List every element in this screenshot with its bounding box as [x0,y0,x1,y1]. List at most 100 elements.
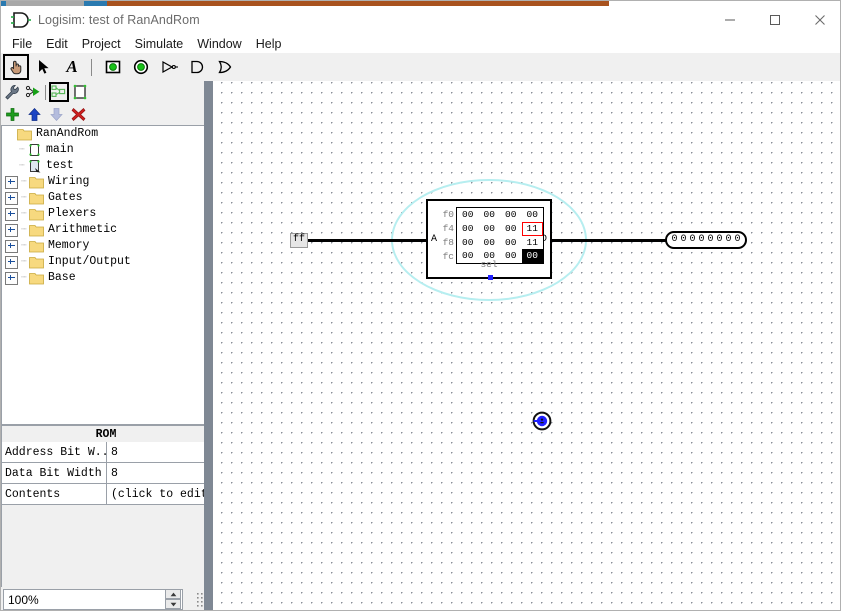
layout-view-button[interactable] [49,82,69,102]
output-bit-1: 0 [680,234,687,245]
poke-tool-button[interactable] [3,54,29,80]
tree-label-wiring: Wiring [48,175,90,188]
input-pin-ff[interactable]: ff [290,233,309,248]
property-value[interactable]: 8 [107,442,210,462]
output-pin-tool-button[interactable] [128,54,154,80]
rom-sel-pin[interactable] [488,275,493,280]
circuit-canvas[interactable]: ff A D f0 f4 f8 fc 00 00 00 00 00 00 00 … [213,81,840,610]
tree-label-project: RanAndRom [36,127,99,140]
rom-cell-1-2[interactable]: 00 [500,222,522,236]
rom-contents-grid[interactable]: 00 00 00 00 00 00 00 11 00 00 00 11 00 0… [456,207,544,264]
rom-address-label-f0: f0 [442,209,454,220]
rom-cell-2-2[interactable]: 00 [500,236,522,250]
rom-cell-0-2[interactable]: 00 [500,208,522,222]
tree-item-library-base[interactable]: ┈ Base [2,270,210,286]
menu-window[interactable]: Window [190,36,248,52]
expander-icon[interactable] [5,223,18,237]
move-up-button[interactable] [23,104,45,124]
tree-item-library-wiring[interactable]: ┈ Wiring [2,174,210,190]
property-value-contents[interactable]: (click to edit) [107,484,210,504]
output-pin-display[interactable]: 0 0 0 0 0 0 0 0 [665,231,747,249]
circuit-active-icon [29,160,41,173]
tree-connector: ┈ [21,273,27,283]
logisim-logo-icon [11,12,31,28]
rom-cell-1-1[interactable]: 00 [479,222,501,236]
maximize-button[interactable] [752,6,797,34]
simulation-tool-button[interactable] [23,82,43,102]
menu-project[interactable]: Project [75,36,128,52]
rom-cell-2-1[interactable]: 00 [479,236,501,250]
property-row-address-bit-width[interactable]: Address Bit W... 8 [1,442,211,463]
expander-icon[interactable] [5,239,18,253]
appearance-view-button[interactable] [70,82,90,102]
expander-icon[interactable] [5,207,18,221]
expander-icon[interactable] [5,175,18,189]
menu-edit[interactable]: Edit [39,36,75,52]
tree-label-plexers: Plexers [48,207,97,220]
property-row-data-bit-width[interactable]: Data Bit Width 8 [1,463,211,484]
add-circuit-button[interactable] [1,104,23,124]
property-value[interactable]: 8 [107,463,210,483]
expander-icon[interactable] [5,191,18,205]
menu-simulate[interactable]: Simulate [128,36,191,52]
wire-rom-to-output[interactable] [552,239,666,242]
rom-component[interactable]: A D f0 f4 f8 fc 00 00 00 00 00 00 00 11 … [426,199,552,280]
output-bit-2: 0 [689,234,696,245]
zoom-increase-button[interactable] [165,589,181,599]
and-gate-tool-button[interactable] [184,54,210,80]
rom-cell-0-3[interactable]: 00 [522,208,544,222]
rom-cell-2-3[interactable]: 11 [522,236,544,250]
panel-splitter[interactable] [204,81,213,610]
tree-item-library-input-output[interactable]: ┈ Input/Output [2,254,210,270]
toolbar-separator [91,58,92,76]
or-gate-tool-button[interactable] [212,54,238,80]
tree-item-library-arithmetic[interactable]: ┈ Arithmetic [2,222,210,238]
tree-item-library-plexers[interactable]: ┈ Plexers [2,206,210,222]
not-gate-tool-button[interactable] [156,54,182,80]
tree-label-memory: Memory [48,239,90,252]
output-bit-0: 0 [671,234,678,245]
edit-tool-button[interactable] [2,82,22,102]
folder-icon [29,208,44,220]
zoom-decrease-button[interactable] [165,599,181,609]
text-tool-button[interactable]: A [59,54,85,80]
window-controls [707,6,840,34]
output-bit-7: 0 [734,234,741,245]
properties-title: ROM [1,425,211,442]
select-tool-button[interactable] [31,54,57,80]
tree-connector: ┈ [19,161,25,171]
minimize-button[interactable] [707,6,752,34]
tree-label-base: Base [48,271,76,284]
rom-cell-0-0[interactable]: 00 [457,208,479,222]
output-bit-3: 0 [698,234,705,245]
expander-icon[interactable] [5,255,18,269]
wire-input-to-rom[interactable] [307,239,426,242]
input-pin-tool-button[interactable] [100,54,126,80]
action-toolbar [1,103,211,125]
zoom-level-field[interactable]: 100% [3,589,183,610]
menu-file[interactable]: File [5,36,39,52]
properties-panel: ROM Address Bit W... 8 Data Bit Width 8 … [1,425,211,610]
folder-icon [29,192,44,204]
delete-button[interactable] [67,104,89,124]
project-tree[interactable]: RanAndRom ┈ main ┈ test ┈ Wiring ┈ Gates… [1,125,211,425]
tree-connector: ┈ [21,209,27,219]
menu-help[interactable]: Help [249,36,289,52]
rom-cell-2-0[interactable]: 00 [457,236,479,250]
folder-icon [17,128,32,140]
menu-bar: File Edit Project Simulate Window Help [1,34,840,53]
tree-item-project-root[interactable]: RanAndRom [2,126,210,142]
close-button[interactable] [797,6,840,34]
tree-item-library-memory[interactable]: ┈ Memory [2,238,210,254]
property-key: Data Bit Width [2,463,107,483]
tree-item-circuit-test[interactable]: ┈ test [2,158,210,174]
expander-icon[interactable] [5,271,18,285]
property-row-contents[interactable]: Contents (click to edit) [1,484,211,505]
rom-cell-1-0[interactable]: 00 [457,222,479,236]
tree-connector: ┈ [21,193,27,203]
tree-item-library-gates[interactable]: ┈ Gates [2,190,210,206]
rom-cell-1-3-highlighted[interactable]: 11 [521,221,543,236]
move-down-button[interactable] [45,104,67,124]
tree-item-circuit-main[interactable]: ┈ main [2,142,210,158]
rom-cell-0-1[interactable]: 00 [479,208,501,222]
